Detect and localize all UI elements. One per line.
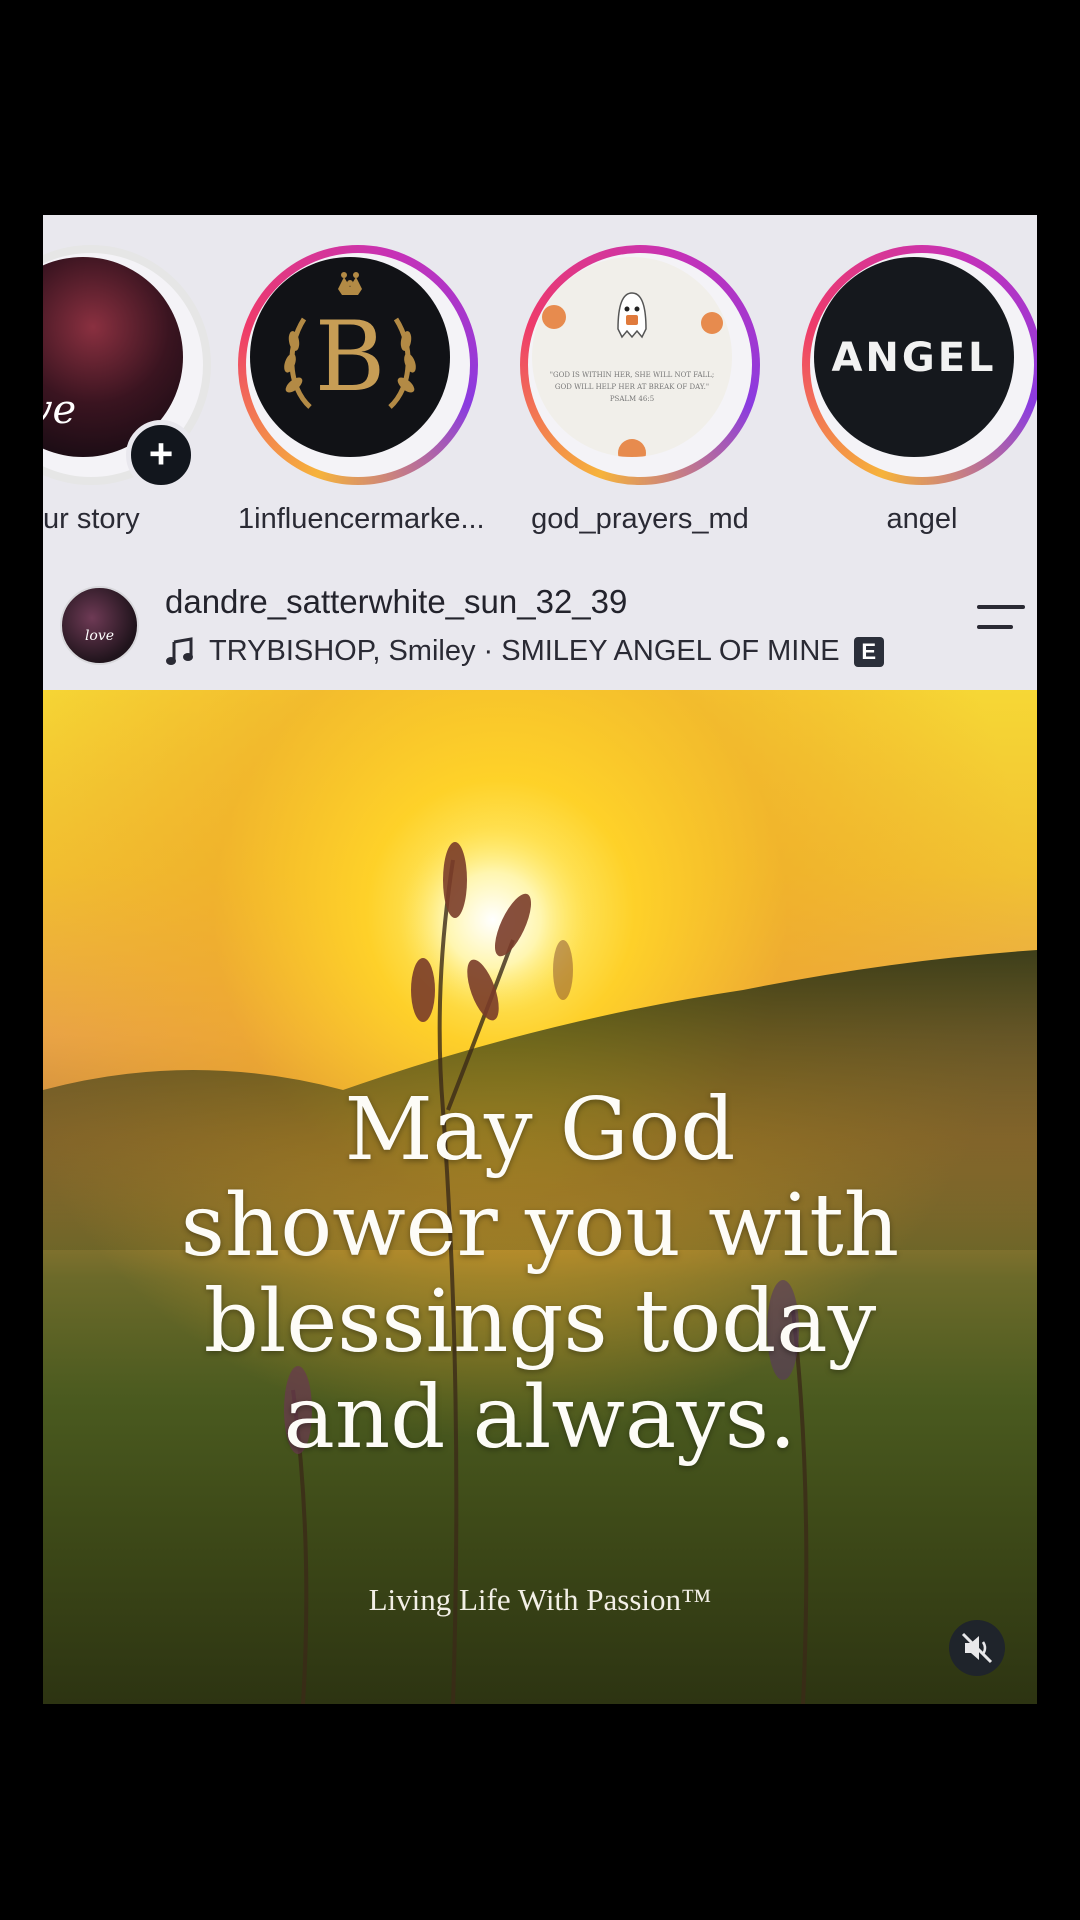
story-god-prayers-md[interactable]: "GOD IS WITHIN HER, SHE WILL NOT FALL; G… — [520, 245, 770, 535]
story-label: 1influencermarke... — [238, 503, 485, 535]
story-label: angel — [886, 503, 958, 535]
explicit-badge: E — [853, 636, 884, 667]
avatar-love-text: love — [43, 387, 77, 433]
story-avatar: "GOD IS WITHIN HER, SHE WILL NOT FALL; G… — [532, 257, 732, 457]
post-header: love dandre_satterwhite_sun_32_39 TRYBIS… — [43, 565, 1037, 690]
psalm-quote: "GOD IS WITHIN HER, SHE WILL NOT FALL; G… — [549, 371, 715, 403]
instagram-feed-screen: love + ur story — [43, 215, 1037, 1704]
story-avatar: ANGEL — [814, 257, 1014, 457]
post-author-avatar[interactable]: love — [60, 586, 139, 665]
post-username[interactable]: dandre_satterwhite_sun_32_39 — [165, 583, 627, 621]
quote-text: May God shower you with blessings today … — [180, 1080, 900, 1468]
story-ring: ANGEL — [802, 245, 1037, 485]
speaker-muted-icon — [961, 1632, 993, 1664]
story-avatar: B — [250, 257, 450, 457]
angel-logo-text: ANGEL — [831, 335, 997, 381]
post-music-link[interactable]: TRYBISHOP, Smiley · SMILEY ANGEL OF MINE… — [165, 635, 884, 668]
story-ring: "GOD IS WITHIN HER, SHE WILL NOT FALL; G… — [520, 245, 760, 485]
post-image[interactable]: May God shower you with blessings today … — [43, 690, 1037, 1704]
mute-button[interactable] — [949, 1620, 1005, 1676]
brand-text: Living Life With Passion™ — [368, 1582, 712, 1617]
ghost-pumpkins-icon — [542, 292, 723, 457]
story-label: god_prayers_md — [531, 503, 749, 535]
add-story-button[interactable]: + — [126, 420, 196, 490]
story-ring: B — [238, 245, 478, 485]
story-angel[interactable]: ANGEL angel — [802, 245, 1037, 535]
your-story[interactable]: love + ur story — [43, 245, 221, 535]
menu-icon[interactable] — [975, 603, 1027, 633]
story-b-letter: B — [314, 301, 386, 413]
music-note-icon — [166, 636, 193, 665]
story-1influencermarke[interactable]: B 1influencermarke... — [238, 245, 488, 535]
stories-row[interactable]: love + ur story — [43, 215, 1037, 550]
music-text: TRYBISHOP, Smiley · SMILEY ANGEL OF MINE — [209, 635, 840, 667]
